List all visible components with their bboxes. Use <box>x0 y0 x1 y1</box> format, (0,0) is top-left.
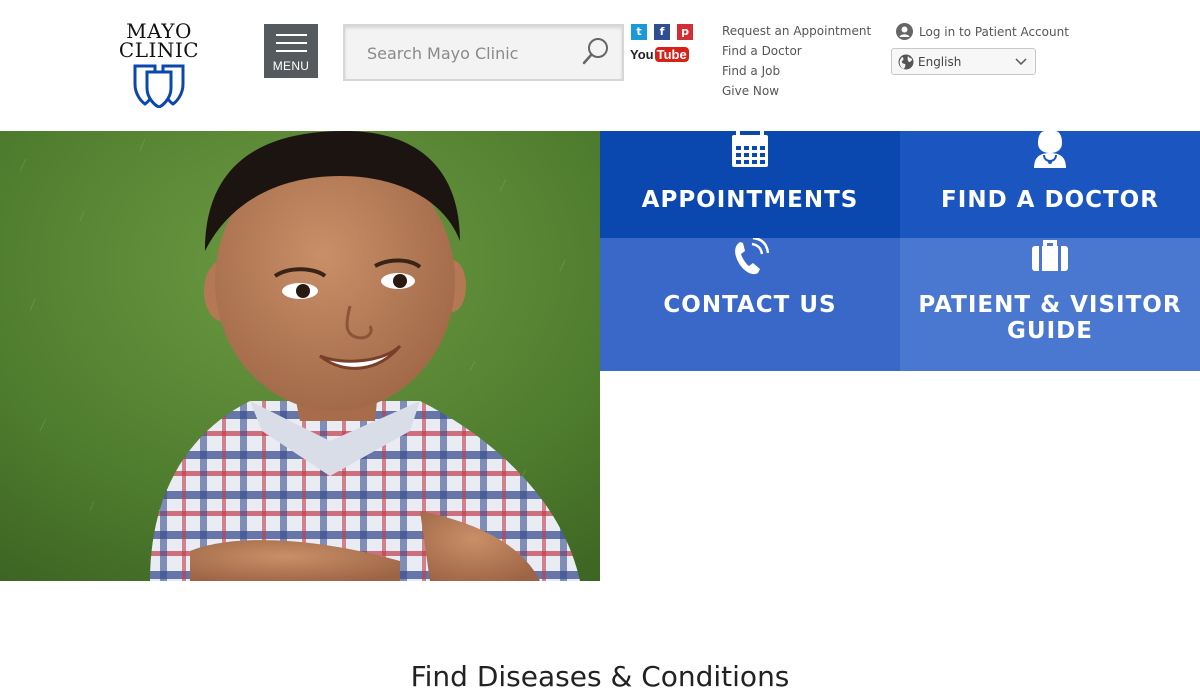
language-select[interactable]: English <box>891 48 1036 75</box>
three-shields-icon <box>133 64 185 108</box>
contact-us-label: CONTACT US <box>663 292 837 318</box>
find-doctor-label: FIND A DOCTOR <box>941 187 1159 213</box>
logo-word-clinic: CLINIC <box>118 38 200 62</box>
search-box <box>343 24 624 81</box>
calendar-icon <box>732 131 768 167</box>
pinterest-icon[interactable]: p <box>677 24 693 40</box>
patient-visitor-guide-tile[interactable]: PATIENT & VISITOR GUIDE <box>900 238 1200 371</box>
user-icon <box>896 23 913 40</box>
twitter-icon[interactable]: t <box>631 24 647 40</box>
social-links: t f p You Tube <box>630 24 700 69</box>
mayo-clinic-logo[interactable]: MAYO CLINIC <box>118 21 200 110</box>
search-icon[interactable] <box>582 37 610 67</box>
diseases-conditions-heading: Find Diseases & Conditions <box>410 660 790 693</box>
globe-icon <box>898 54 914 70</box>
facebook-icon[interactable]: f <box>654 24 670 40</box>
youtube-you: You <box>630 47 654 62</box>
language-value: English <box>918 55 962 69</box>
youtube-icon[interactable]: You Tube <box>630 46 689 63</box>
patient-visitor-guide-label: PATIENT & VISITOR GUIDE <box>918 292 1182 344</box>
patient-login-link[interactable]: Log in to Patient Account <box>896 23 1069 41</box>
youtube-tube: Tube <box>654 47 689 62</box>
hero-photo <box>0 131 600 581</box>
search-input[interactable] <box>367 38 577 68</box>
login-label: Log in to Patient Account <box>919 25 1069 39</box>
give-now-link[interactable]: Give Now <box>722 84 872 99</box>
hamburger-icon <box>276 34 307 58</box>
find-job-link[interactable]: Find a Job <box>722 64 872 79</box>
find-doctor-link[interactable]: Find a Doctor <box>722 44 872 59</box>
request-appointment-link[interactable]: Request an Appointment <box>722 24 872 39</box>
menu-label: MENU <box>272 59 310 73</box>
site-header: MAYO CLINIC MENU t f p YouTube Request a… <box>0 0 1200 131</box>
find-doctor-tile[interactable]: FIND A DOCTOR <box>900 131 1200 238</box>
phone-icon <box>735 238 770 275</box>
briefcase-icon <box>1032 240 1068 271</box>
boy-smiling-on-grass-photo <box>0 131 600 581</box>
quick-links: Request an Appointment Find a Doctor Fin… <box>722 24 872 99</box>
appointments-label: APPOINTMENTS <box>641 187 859 213</box>
contact-us-tile[interactable]: CONTACT US <box>600 238 900 371</box>
chevron-down-icon <box>1015 58 1027 66</box>
appointments-tile[interactable]: APPOINTMENTS <box>600 131 900 238</box>
doctor-icon <box>1034 131 1066 168</box>
menu-button[interactable]: MENU <box>264 24 318 78</box>
